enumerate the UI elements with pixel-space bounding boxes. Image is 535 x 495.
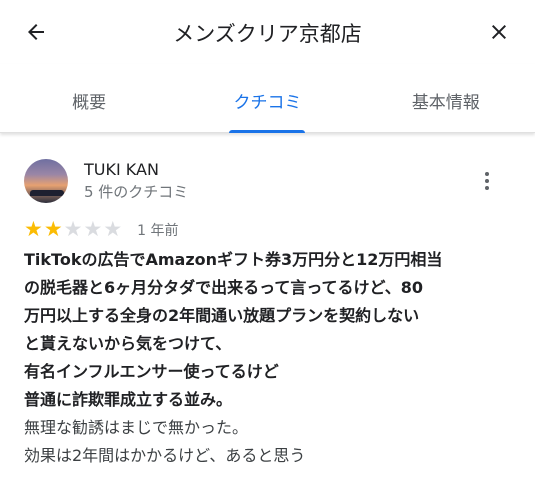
star-icon: ★ [24, 217, 43, 241]
rating-row: ★ ★ ★ ★ ★ 1 年前 [24, 219, 509, 240]
page-title: メンズクリア京都店 [173, 22, 362, 46]
reviewer-review-count: 5 件のクチコミ [84, 183, 189, 201]
review-text-line: 普通に詐欺罪成立する並み。 [24, 390, 233, 409]
more-options-button[interactable] [473, 165, 501, 197]
close-icon [492, 25, 506, 39]
avatar-image [30, 190, 64, 196]
header: メンズクリア京都店 [0, 0, 535, 64]
review-card: TUKI KAN 5 件のクチコミ ★ ★ ★ ★ ★ 1 年前 TikTokの広告でA… [0, 133, 535, 470]
avatar[interactable] [24, 159, 68, 203]
review-text-line: 万円以上する全身の2年間通い放題プランを契約しない [24, 306, 420, 325]
tab-bar: 概要 クチコミ 基本情報 [0, 64, 535, 133]
review-text-line: 効果は2年間はかかるけど、あると思う [24, 446, 306, 465]
reviewer-row: TUKI KAN 5 件のクチコミ [24, 159, 509, 203]
star-rating: ★ ★ ★ ★ ★ [24, 219, 123, 240]
more-vert-icon [485, 172, 489, 190]
star-icon: ★ [83, 217, 103, 241]
reviewer-name[interactable]: TUKI KAN [84, 160, 188, 180]
close-button[interactable] [479, 14, 519, 50]
star-icon: ★ [63, 217, 83, 241]
tab-label: 基本情報 [411, 92, 480, 113]
review-text-line: の脱毛器と6ヶ月分タダで出来るって言ってるけど、80 [24, 278, 423, 297]
tab-overview[interactable]: 概要 [0, 64, 178, 132]
star-icon: ★ [103, 217, 123, 241]
review-time: 1 年前 [137, 222, 179, 239]
tab-label: 概要 [72, 92, 107, 113]
tab-label: クチコミ [233, 92, 302, 113]
star-icon: ★ [43, 217, 63, 241]
review-text-line: TikTokの広告でAmazonギフト券3万円分と12万円相当 [24, 250, 443, 269]
review-text-line: 有名インフルエンサー使ってるけど [24, 362, 279, 381]
tab-about[interactable]: 基本情報 [357, 64, 535, 132]
review-text-line: と貰えないから気をつけて、 [24, 334, 232, 353]
review-text: TikTokの広告でAmazonギフト券3万円分と12万円相当 の脱毛器と6ヶ月分… [24, 246, 519, 470]
tab-reviews[interactable]: クチコミ [178, 64, 356, 132]
review-text-line: 無理な勧誘はまじで無かった。 [24, 418, 249, 437]
reviewer-info: TUKI KAN 5 件のクチコミ [84, 160, 188, 202]
